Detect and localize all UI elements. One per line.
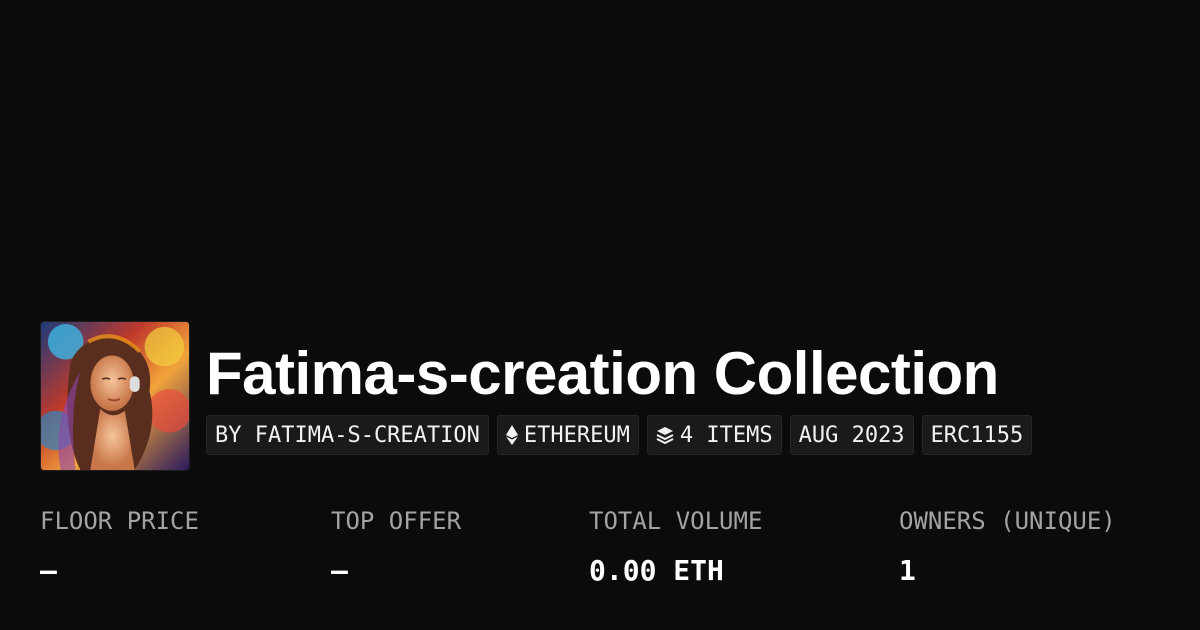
creator-badge[interactable]: BY FATIMA-S-CREATION <box>206 415 489 455</box>
stat-label: TOP OFFER <box>331 507 462 535</box>
stat-owners: OWNERS (UNIQUE) 1 <box>899 505 1116 587</box>
date-badge: AUG 2023 <box>789 415 914 455</box>
avatar-artwork <box>41 322 189 470</box>
standard-label: ERC1155 <box>930 422 1024 448</box>
items-label: 4 ITEMS <box>679 422 773 448</box>
stat-value: 0.00 ETH <box>589 554 724 587</box>
collection-avatar <box>40 321 190 471</box>
stat-total-volume: TOTAL VOLUME 0.00 ETH <box>589 505 762 587</box>
stat-value: – <box>40 554 57 587</box>
stat-floor-price: FLOOR PRICE – <box>40 505 199 587</box>
collection-badges: BY FATIMA-S-CREATION ETHEREUM 4 ITEMS AU… <box>206 415 1033 455</box>
chain-label: ETHEREUM <box>523 422 630 448</box>
chain-badge: ETHEREUM <box>496 415 639 455</box>
stat-label: FLOOR PRICE <box>40 507 199 535</box>
stat-top-offer: TOP OFFER – <box>331 505 461 587</box>
stat-value: 1 <box>899 554 916 587</box>
creator-label: BY FATIMA-S-CREATION <box>215 422 480 448</box>
collection-title: Fatima-s-creation Collection <box>206 340 999 407</box>
stat-label: TOTAL VOLUME <box>589 507 763 535</box>
stat-label: OWNERS (UNIQUE) <box>899 507 1116 535</box>
stat-value: – <box>331 554 348 587</box>
layers-icon <box>656 426 674 444</box>
standard-badge: ERC1155 <box>921 415 1033 455</box>
items-badge: 4 ITEMS <box>646 415 782 455</box>
date-label: AUG 2023 <box>798 422 905 448</box>
ethereum-icon <box>505 425 518 445</box>
